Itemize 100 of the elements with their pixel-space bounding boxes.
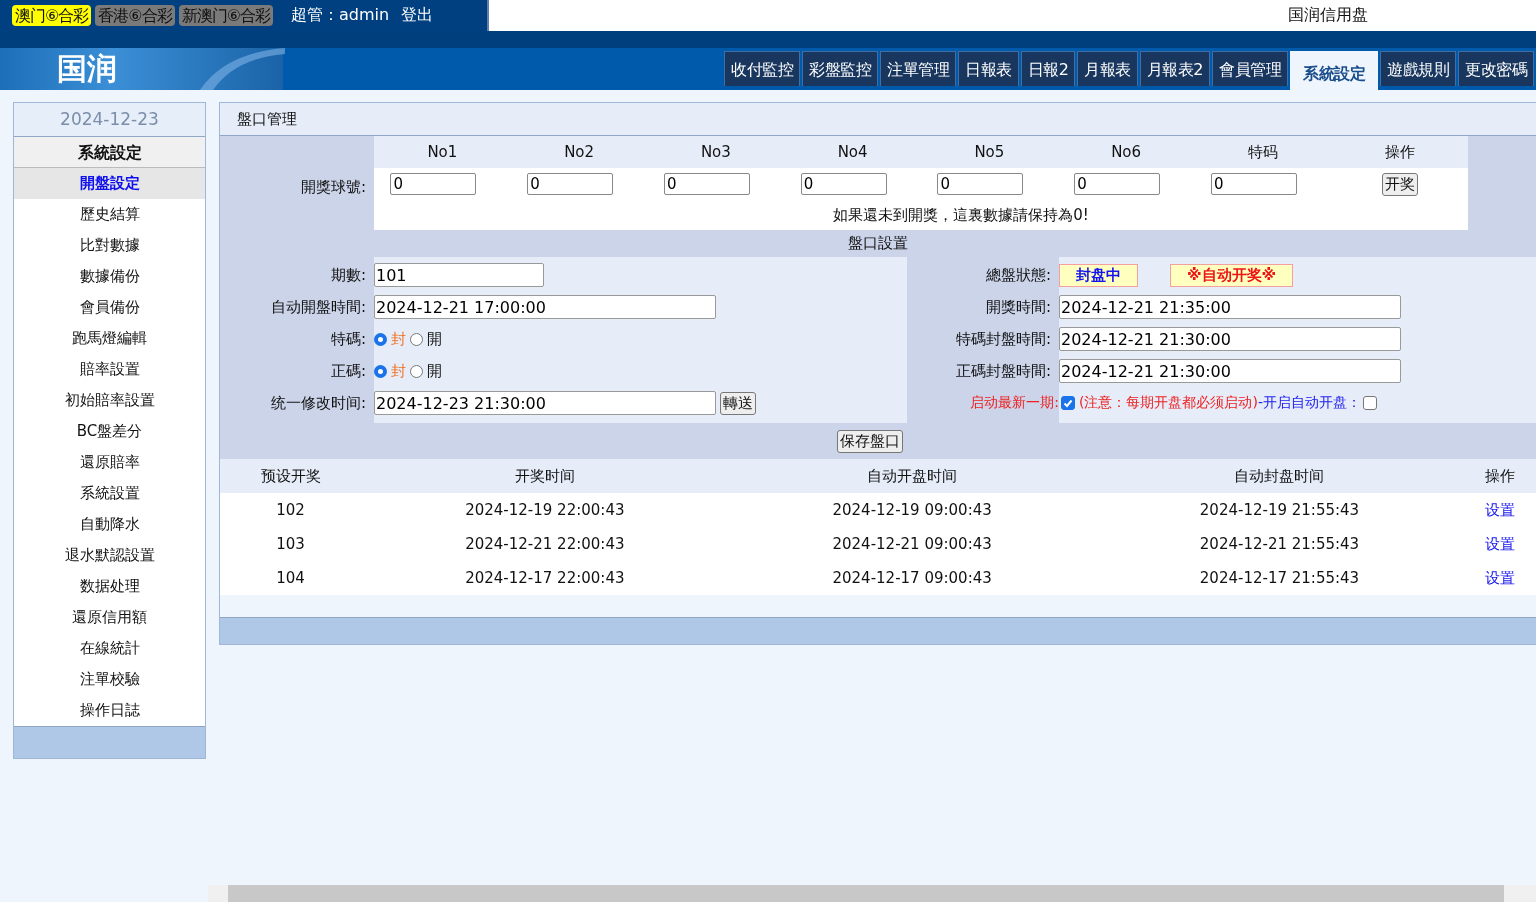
table-cell: 2024-12-21 22:00:43 [361, 527, 729, 561]
nav-tab[interactable]: 系統設定 [1290, 51, 1378, 90]
sidebar-item[interactable]: 還原賠率 [14, 447, 205, 478]
checkbox-label: -开启自动开盘： [1257, 394, 1361, 412]
column-header: No2 [563, 143, 596, 161]
nav-tab[interactable]: 彩盤監控 [802, 51, 879, 86]
sidebar-item[interactable]: 歷史結算 [14, 199, 205, 230]
nav-tab[interactable]: 更改密碼 [1458, 51, 1534, 86]
nav-tab[interactable]: 收付監控 [724, 51, 801, 86]
number-input[interactable]: 0 [937, 173, 1024, 195]
nav-tab[interactable]: 遊戲規則 [1380, 51, 1456, 86]
status-badge: 封盘中 [1059, 263, 1138, 287]
radio-button[interactable] [410, 364, 423, 378]
sidebar-item[interactable]: 比對數據 [14, 230, 205, 261]
number-input[interactable]: 0 [1210, 173, 1297, 195]
field-label: 開獎時間: [984, 297, 1052, 317]
text-input[interactable]: 2024-12-21 21:30:00 [1059, 327, 1401, 351]
radio-button[interactable] [374, 332, 387, 346]
text-input[interactable]: 101 [374, 263, 544, 287]
sidebar-item[interactable]: 自動降水 [14, 509, 205, 540]
save-button[interactable]: 保存盤口 [837, 429, 903, 453]
radio-button[interactable] [374, 364, 387, 378]
sidebar-item[interactable]: 跑馬燈編輯 [14, 323, 205, 354]
field-label: 统一修改时间: [269, 393, 367, 413]
text-input[interactable]: 2024-12-21 17:00:00 [374, 295, 716, 319]
draw-button[interactable]: 开奖 [1381, 172, 1418, 196]
column-header: 开奖时间 [361, 459, 729, 493]
sidebar-item[interactable]: 数据处理 [14, 571, 205, 602]
table-cell: 103 [220, 527, 362, 561]
column-header: 操作 [1383, 142, 1416, 162]
sidebar-date: 2024-12-23 [14, 103, 205, 137]
table-cell: 2024-12-17 09:00:43 [728, 561, 1096, 595]
horizontal-scrollbar[interactable] [208, 885, 1536, 902]
nav-tab[interactable]: 月報表 [1077, 51, 1138, 86]
logo-text: 国润 [57, 49, 117, 88]
table-cell: 2024-12-17 22:00:43 [361, 561, 729, 595]
sidebar-item[interactable]: 在線統計 [14, 633, 205, 664]
send-button[interactable]: 轉送 [720, 391, 756, 415]
lottery-tab[interactable]: 新澳门⑥合彩 [178, 5, 274, 26]
nav-tab[interactable]: 月報表2 [1139, 51, 1210, 86]
number-input[interactable]: 0 [663, 173, 750, 195]
sidebar-item[interactable]: 退水默認設置 [14, 540, 205, 571]
column-header: 特码 [1246, 142, 1279, 162]
column-header: No3 [699, 143, 732, 161]
status-badge: ※自动开奖※ [1170, 263, 1294, 287]
section-title: 盤口設置 [848, 234, 908, 252]
nav-tab[interactable]: 會員管理 [1212, 51, 1288, 86]
sidebar-item[interactable]: BC盤差分 [14, 416, 205, 447]
column-header: No5 [973, 143, 1006, 161]
sidebar-item[interactable]: 還原信用額 [14, 602, 205, 633]
text-input[interactable]: 2024-12-23 21:30:00 [374, 391, 716, 415]
checkbox-label: 启动最新一期: [969, 394, 1059, 412]
column-header: 预设开奖 [220, 459, 362, 493]
table-cell: 2024-12-19 21:55:43 [1095, 493, 1464, 527]
number-input[interactable]: 0 [390, 173, 477, 195]
column-header: 自动开盘时间 [728, 459, 1096, 493]
text-input[interactable]: 2024-12-21 21:30:00 [1059, 359, 1401, 383]
table-cell: 2024-12-19 09:00:43 [728, 493, 1096, 527]
checkbox[interactable] [1061, 396, 1075, 410]
sidebar-item[interactable]: 數據備份 [14, 261, 205, 292]
field-label: 正碼: [329, 361, 367, 381]
site-name: 国润信用盘 [1288, 5, 1368, 26]
field-label: 特碼封盤時間: [954, 329, 1052, 349]
table-cell: 2024-12-19 22:00:43 [361, 493, 729, 527]
sidebar-item[interactable]: 會員備份 [14, 292, 205, 323]
draw-note: 如果還未到開獎，這裏數據請保持為0! [832, 205, 1090, 226]
table-cell: 104 [220, 561, 362, 595]
user-label: 超管：admin [291, 5, 390, 26]
number-input[interactable]: 0 [800, 173, 887, 195]
field-label: 總盤狀態: [984, 265, 1052, 285]
sidebar-item[interactable]: 開盤設定 [14, 168, 205, 199]
sidebar-item[interactable]: 系統設置 [14, 478, 205, 509]
checkbox[interactable] [1363, 396, 1377, 410]
nav-tab[interactable]: 日報2 [1020, 51, 1076, 86]
radio-button[interactable] [410, 332, 423, 346]
logout-link[interactable]: 登出 [401, 5, 434, 26]
lottery-tab[interactable]: 香港⑥合彩 [95, 5, 175, 26]
radio-label: 封 [391, 329, 406, 349]
column-header: No6 [1110, 143, 1143, 161]
table-cell: 2024-12-17 21:55:43 [1095, 561, 1464, 595]
sidebar-item[interactable]: 初始賠率設置 [14, 385, 205, 416]
field-label: 正碼封盤時間: [954, 361, 1052, 381]
number-input[interactable]: 0 [1074, 173, 1161, 195]
radio-label: 開 [427, 329, 442, 349]
table-cell: 102 [220, 493, 362, 527]
table-cell: 2024-12-21 09:00:43 [728, 527, 1096, 561]
field-label: 自动開盤時間: [269, 297, 367, 317]
nav-tab[interactable]: 注單管理 [880, 51, 957, 86]
field-label: 期數: [329, 265, 367, 285]
table-cell: 2024-12-21 21:55:43 [1095, 527, 1464, 561]
nav-tab[interactable]: 日報表 [958, 51, 1019, 86]
column-header: 自动封盘时间 [1095, 459, 1464, 493]
radio-label: 開 [427, 361, 442, 381]
sidebar-item[interactable]: 注單校驗 [14, 664, 205, 695]
lottery-tab[interactable]: 澳门⑥合彩 [12, 5, 92, 26]
sidebar-item[interactable]: 操作日誌 [14, 695, 205, 726]
sidebar-item[interactable]: 賠率設置 [14, 354, 205, 385]
number-input[interactable]: 0 [527, 173, 614, 195]
column-header: No4 [836, 143, 869, 161]
text-input[interactable]: 2024-12-21 21:35:00 [1059, 295, 1401, 319]
